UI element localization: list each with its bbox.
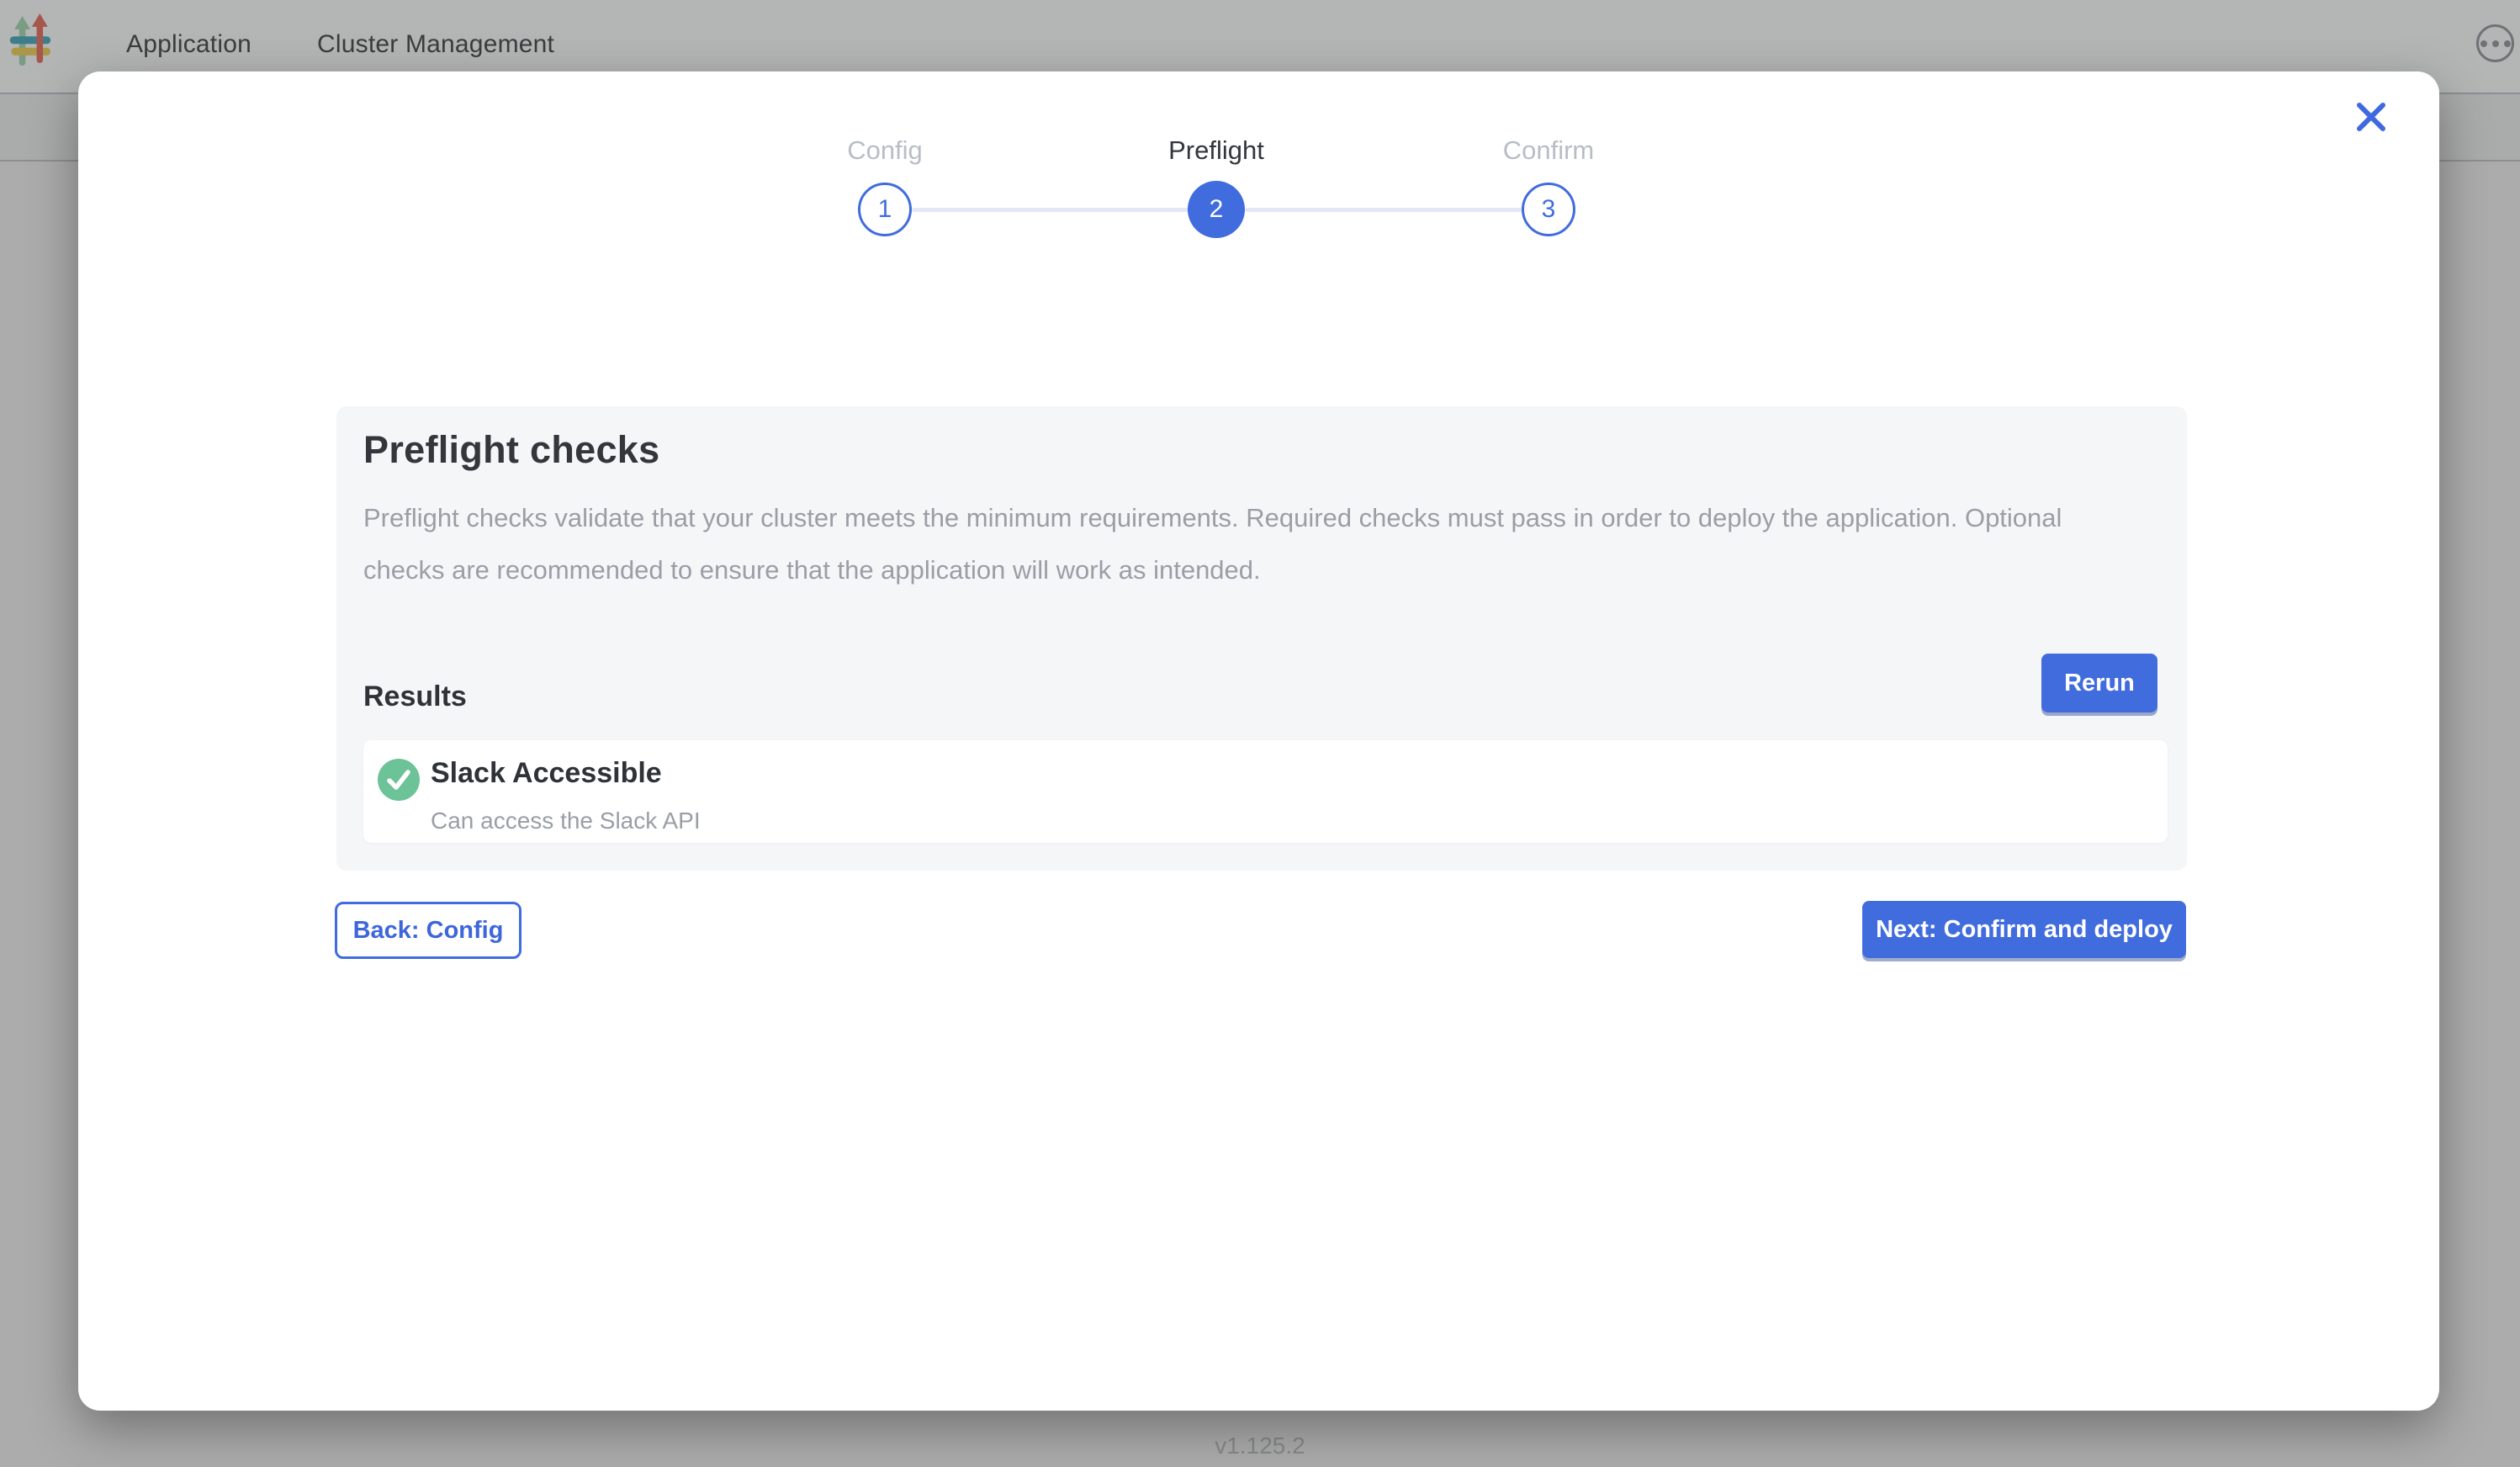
results-heading: Results <box>363 681 467 713</box>
next-button[interactable]: Next: Confirm and deploy <box>1862 901 2186 958</box>
result-title: Slack Accessible <box>431 757 662 790</box>
panel-description: Preflight checks validate that your clus… <box>363 492 2134 596</box>
back-button[interactable]: Back: Config <box>335 902 521 959</box>
step-number: 2 <box>1210 195 1224 224</box>
step-circle-confirm[interactable]: 3 <box>1522 183 1575 236</box>
step-label-config: Config <box>750 135 1019 166</box>
step-label-preflight: Preflight <box>1082 135 1351 166</box>
step-number: 1 <box>878 195 892 224</box>
step-circle-preflight[interactable]: 2 <box>1188 181 1245 238</box>
rerun-button[interactable]: Rerun <box>2041 654 2157 712</box>
preflight-result-row: Slack Accessible Can access the Slack AP… <box>363 740 2168 843</box>
step-number: 3 <box>1542 195 1556 224</box>
result-detail: Can access the Slack API <box>431 808 701 834</box>
panel-title: Preflight checks <box>363 428 659 472</box>
close-modal-button[interactable] <box>2348 93 2395 140</box>
check-circle-icon <box>378 759 420 805</box>
preflight-panel: Preflight checks Preflight checks valida… <box>336 406 2187 871</box>
close-icon <box>2353 99 2389 135</box>
step-circle-config[interactable]: 1 <box>858 183 912 236</box>
stepper-connector <box>1245 208 1522 212</box>
stepper-connector <box>912 208 1189 212</box>
step-label-confirm: Confirm <box>1414 135 1683 166</box>
deploy-wizard-modal: Config Preflight Confirm 1 2 3 Preflight… <box>78 71 2439 1411</box>
